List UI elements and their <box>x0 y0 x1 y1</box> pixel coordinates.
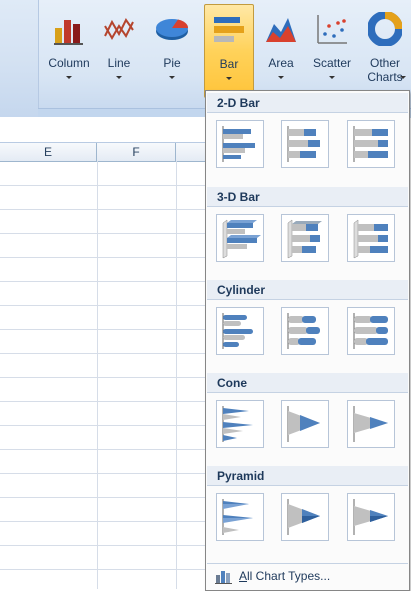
column-label: Column <box>48 56 90 70</box>
pie-label: Pie <box>163 56 181 70</box>
area-chart-icon <box>266 18 296 42</box>
row-gridline <box>0 257 205 258</box>
row-gridline <box>0 281 205 282</box>
chevron-down-icon <box>169 76 175 79</box>
row-gridline <box>0 425 205 426</box>
row-gridline <box>0 497 205 498</box>
formula-bar[interactable] <box>0 117 205 143</box>
clustered-pyramid-option[interactable] <box>216 493 264 541</box>
line-chart-button[interactable]: Line <box>99 6 139 94</box>
chevron-down-icon <box>400 76 406 79</box>
clustered-bar-option[interactable] <box>216 120 264 168</box>
row-gridline <box>0 521 205 522</box>
3d-clustered-bar-icon <box>222 219 261 259</box>
spreadsheet-grid[interactable]: E F <box>0 117 205 589</box>
stacked-bar-icon <box>287 126 320 162</box>
pie-chart-icon <box>156 19 189 40</box>
row-gridline <box>0 305 205 306</box>
100-stacked-cone-icon <box>353 406 388 442</box>
row-gridline <box>0 353 205 354</box>
line-chart-icon <box>104 18 134 40</box>
stacked-cone-icon <box>287 406 320 442</box>
chevron-down-icon <box>329 76 335 79</box>
100-stacked-pyramid-option[interactable] <box>347 493 395 541</box>
section-2d-bar: 2-D Bar <box>207 93 408 113</box>
column-divider <box>176 161 177 589</box>
chevron-down-icon <box>226 77 232 80</box>
column-header-e[interactable]: E <box>0 143 97 162</box>
row-gridline <box>0 545 205 546</box>
bar-chart-dropdown: 2-D Bar 3-D Bar Cylinder Cone Pyramid Al… <box>205 90 410 591</box>
100-stacked-cylinder-icon <box>353 313 388 349</box>
pie-chart-button[interactable]: Pie <box>155 6 189 94</box>
column-chart-button[interactable]: Column <box>47 6 91 94</box>
other-charts-button[interactable]: Other Charts <box>362 6 408 94</box>
100-stacked-bar-icon <box>353 126 388 162</box>
stacked-bar-option[interactable] <box>281 120 329 168</box>
stacked-pyramid-option[interactable] <box>281 493 329 541</box>
3d-stacked-bar-icon <box>287 219 322 259</box>
row-gridline <box>0 449 205 450</box>
row-gridline <box>0 377 205 378</box>
stacked-pyramid-icon <box>287 499 320 535</box>
all-chart-types-item[interactable]: All Chart Types... <box>207 563 408 590</box>
column-header-f[interactable]: F <box>97 143 176 162</box>
scatter-chart-icon <box>317 15 347 44</box>
stacked-cylinder-option[interactable] <box>281 307 329 355</box>
section-cylinder: Cylinder <box>207 280 408 300</box>
clustered-pyramid-icon <box>222 499 253 535</box>
row-gridline <box>0 233 205 234</box>
column-divider <box>97 161 98 589</box>
chevron-down-icon <box>278 76 284 79</box>
chart-types-icon <box>215 571 232 584</box>
row-gridline <box>0 401 205 402</box>
100-stacked-pyramid-icon <box>353 499 388 535</box>
row-gridline <box>0 185 205 186</box>
row-gridline <box>0 569 205 570</box>
clustered-cone-icon <box>222 406 253 442</box>
row-gridline <box>0 473 205 474</box>
bar-label: Bar <box>219 57 239 71</box>
stacked-cylinder-icon <box>287 313 320 349</box>
all-chart-types-label: All Chart Types... <box>239 569 331 583</box>
column-chart-icon <box>54 20 83 45</box>
scatter-label: Scatter <box>312 56 351 70</box>
clustered-cylinder-option[interactable] <box>216 307 264 355</box>
chevron-down-icon <box>66 76 72 79</box>
clustered-bar-icon <box>222 126 255 162</box>
column-header-g[interactable] <box>176 143 205 162</box>
section-cone: Cone <box>207 373 408 393</box>
doughnut-chart-icon <box>368 12 402 46</box>
section-pyramid: Pyramid <box>207 466 408 486</box>
bar-chart-button[interactable]: Bar <box>204 4 254 98</box>
section-3d-bar: 3-D Bar <box>207 187 408 207</box>
clustered-cylinder-icon <box>222 313 253 349</box>
bar-chart-icon <box>214 17 244 42</box>
3d-100-stacked-bar-option[interactable] <box>347 214 395 262</box>
100-stacked-cone-option[interactable] <box>347 400 395 448</box>
line-label: Line <box>107 56 131 70</box>
100-stacked-cylinder-option[interactable] <box>347 307 395 355</box>
100-stacked-bar-option[interactable] <box>347 120 395 168</box>
stacked-cone-option[interactable] <box>281 400 329 448</box>
3d-stacked-bar-option[interactable] <box>281 214 329 262</box>
other-label: Other <box>369 56 400 70</box>
3d-100-stacked-bar-icon <box>353 219 388 259</box>
row-gridline <box>0 329 205 330</box>
row-gridline <box>0 209 205 210</box>
scatter-chart-button[interactable]: Scatter <box>307 6 357 94</box>
3d-clustered-bar-option[interactable] <box>216 214 264 262</box>
chevron-down-icon <box>116 76 122 79</box>
area-label: Area <box>268 56 294 70</box>
clustered-cone-option[interactable] <box>216 400 264 448</box>
area-chart-button[interactable]: Area <box>261 6 301 94</box>
